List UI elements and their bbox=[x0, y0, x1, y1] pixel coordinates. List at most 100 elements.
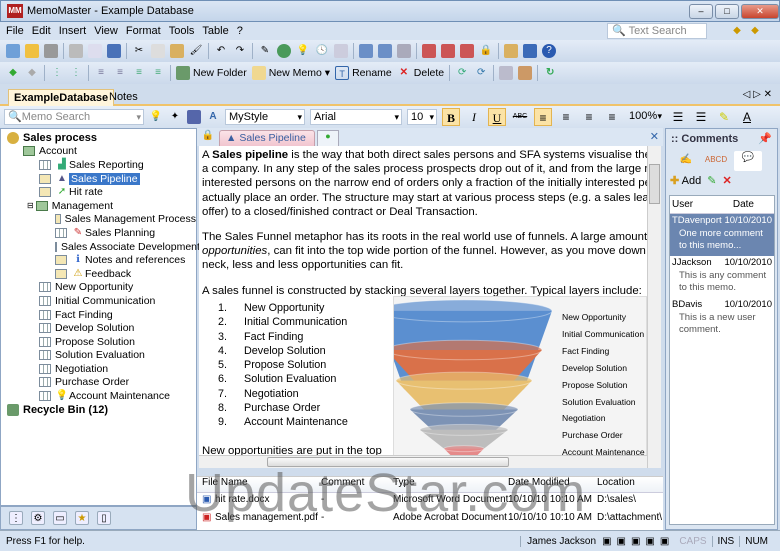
horizontal-scrollbar[interactable] bbox=[199, 455, 647, 468]
attachment-row[interactable]: ▣ hit rate.docx - Microsoft Word Documen… bbox=[197, 494, 663, 510]
text-search-input[interactable]: 🔍 Text Search bbox=[607, 23, 707, 39]
help-icon[interactable]: ? bbox=[542, 44, 556, 58]
menu-tools[interactable]: Tools bbox=[169, 25, 195, 37]
sync-icon[interactable]: ⟳ bbox=[455, 66, 469, 80]
style-icon[interactable]: A bbox=[206, 110, 220, 124]
forward-icon[interactable]: ◆ bbox=[25, 66, 39, 80]
tree-view-icon[interactable]: ⋮ bbox=[9, 511, 23, 525]
minimize-button[interactable]: – bbox=[689, 3, 713, 19]
move-down-icon[interactable]: ≡ bbox=[151, 66, 165, 80]
zoom-select[interactable]: 100% bbox=[626, 109, 664, 125]
redo-icon[interactable]: ↷ bbox=[233, 44, 247, 58]
print-icon[interactable] bbox=[69, 44, 83, 58]
tree-node-account[interactable]: Account bbox=[1, 145, 196, 159]
tree-expand-icon[interactable]: ⋮ bbox=[50, 66, 64, 80]
italic-button[interactable]: I bbox=[465, 108, 483, 126]
tree-node[interactable]: Sales Associate Development bbox=[1, 240, 200, 254]
calendar-icon[interactable] bbox=[334, 44, 348, 58]
tree-node[interactable]: 💡 Account Maintenance bbox=[1, 389, 196, 403]
cut-icon[interactable]: ✂ bbox=[132, 44, 146, 58]
tree-node-recycle-bin[interactable]: Recycle Bin (12) bbox=[1, 403, 196, 417]
export-icon[interactable] bbox=[441, 44, 455, 58]
pin-icon[interactable]: 📌 bbox=[758, 132, 772, 145]
search-gem-icon[interactable]: ◆ bbox=[730, 24, 744, 38]
sort-up-icon[interactable]: ≡ bbox=[94, 66, 108, 80]
paste-icon[interactable] bbox=[170, 44, 184, 58]
column-header[interactable]: File Name bbox=[202, 477, 248, 488]
lock-icon[interactable]: 🔒 bbox=[479, 44, 493, 58]
window-icon[interactable] bbox=[378, 44, 392, 58]
tree-node[interactable]: ▟ Sales Reporting bbox=[1, 158, 196, 172]
calendar-view-icon[interactable]: ▭ bbox=[53, 511, 67, 525]
table-icon[interactable] bbox=[359, 44, 373, 58]
search-memo-icon[interactable] bbox=[504, 44, 518, 58]
refresh-icon[interactable]: ↻ bbox=[543, 66, 557, 80]
column-header[interactable]: Comment bbox=[321, 477, 364, 488]
save-icon[interactable] bbox=[187, 110, 201, 124]
move-up-icon[interactable]: ≡ bbox=[132, 66, 146, 80]
tab-spelling-icon[interactable]: ABCD bbox=[704, 153, 728, 169]
import-icon[interactable] bbox=[422, 44, 436, 58]
attachment-row[interactable]: ▣ Sales management.pdf - Adobe Acrobat D… bbox=[197, 512, 663, 528]
comment-item[interactable]: TDavenport 10/10/2010 One more comment to … bbox=[670, 214, 774, 256]
tree-node[interactable]: Fact Finding bbox=[1, 308, 196, 322]
tab-sales-pipeline[interactable]: ▲ Sales Pipeline ✕ bbox=[219, 130, 315, 156]
tree-node[interactable]: Solution Evaluation bbox=[1, 349, 196, 363]
scroll-thumb[interactable] bbox=[267, 457, 509, 467]
comment-item[interactable]: BDavis 10/10/2010 This is a new user comme… bbox=[670, 298, 774, 340]
magic-icon[interactable]: ✦ bbox=[168, 110, 182, 124]
tree-node-management[interactable]: ⊟ Management bbox=[1, 199, 196, 213]
tree-node[interactable]: Purchase Order bbox=[1, 376, 196, 390]
delete-comment-icon[interactable]: ✕ bbox=[722, 174, 731, 187]
menu-table[interactable]: Table bbox=[202, 25, 228, 37]
tab-edit-icon[interactable]: ✍ bbox=[674, 153, 698, 169]
bold-button[interactable]: B bbox=[442, 108, 460, 126]
font-select[interactable]: Arial bbox=[310, 109, 402, 125]
font-size-select[interactable]: 10 bbox=[407, 109, 437, 125]
open-icon[interactable] bbox=[25, 44, 39, 58]
strikethrough-button[interactable]: ABC bbox=[511, 108, 529, 126]
tab-comments-icon[interactable]: 💬 bbox=[734, 151, 762, 171]
numbered-list-icon[interactable]: ☰ bbox=[669, 108, 687, 126]
tree-collapse-icon[interactable]: ⋮ bbox=[69, 66, 83, 80]
tree-node[interactable]: Sales Management Process bbox=[1, 213, 196, 227]
database-icon[interactable] bbox=[44, 44, 58, 58]
notes-view-icon[interactable]: ▯ bbox=[97, 511, 111, 525]
collapse-icon[interactable]: ⊟ bbox=[27, 201, 34, 210]
style-select[interactable]: MyStyle bbox=[225, 109, 305, 125]
undo-icon[interactable]: ↶ bbox=[214, 44, 228, 58]
rename-button[interactable]: T Rename bbox=[335, 66, 392, 80]
tab-notes[interactable]: Notes bbox=[104, 89, 143, 106]
new-tab-button[interactable]: ● bbox=[317, 130, 339, 146]
tree-node-selected[interactable]: ▲ Sales Pipeline bbox=[1, 172, 196, 186]
align-center-button[interactable]: ≡ bbox=[557, 108, 575, 126]
comment-item[interactable]: JJackson 10/10/2010 This is any comment to… bbox=[670, 256, 774, 298]
tree-node[interactable]: Initial Communication bbox=[1, 294, 196, 308]
vertical-scrollbar[interactable] bbox=[647, 146, 661, 468]
search-options-icon[interactable]: 💡 bbox=[149, 110, 163, 124]
underline-button[interactable]: U bbox=[488, 108, 506, 126]
tab-nav-icon[interactable]: ◁ ▷ ✕ bbox=[743, 89, 772, 100]
delete-button[interactable]: ✕ Delete bbox=[397, 66, 445, 80]
scroll-thumb[interactable] bbox=[649, 164, 660, 204]
column-header[interactable]: Location bbox=[597, 477, 635, 488]
clock-icon[interactable]: 🕓 bbox=[315, 44, 329, 58]
menu-file[interactable]: File bbox=[6, 25, 24, 37]
properties-icon[interactable] bbox=[499, 66, 514, 80]
tree-node[interactable]: ⚠ Feedback bbox=[1, 267, 196, 281]
column-header[interactable]: Date Modified bbox=[508, 477, 570, 488]
menu-insert[interactable]: Insert bbox=[59, 25, 87, 37]
sync-all-icon[interactable]: ⟳ bbox=[474, 66, 488, 80]
color-icon[interactable] bbox=[518, 66, 533, 80]
close-button[interactable]: ✕ bbox=[741, 3, 779, 19]
align-right-button[interactable]: ≡ bbox=[580, 108, 598, 126]
column-header[interactable]: Date bbox=[733, 199, 754, 210]
copy-icon[interactable] bbox=[151, 44, 165, 58]
menu-view[interactable]: View bbox=[94, 25, 118, 37]
menu-help[interactable]: ? bbox=[237, 25, 243, 37]
tree-node-root[interactable]: Sales process bbox=[1, 131, 196, 145]
globe-icon[interactable] bbox=[277, 44, 291, 58]
tree-node[interactable]: New Opportunity bbox=[1, 281, 196, 295]
pen-icon[interactable]: ✎ bbox=[258, 44, 272, 58]
justify-button[interactable]: ≡ bbox=[603, 108, 621, 126]
